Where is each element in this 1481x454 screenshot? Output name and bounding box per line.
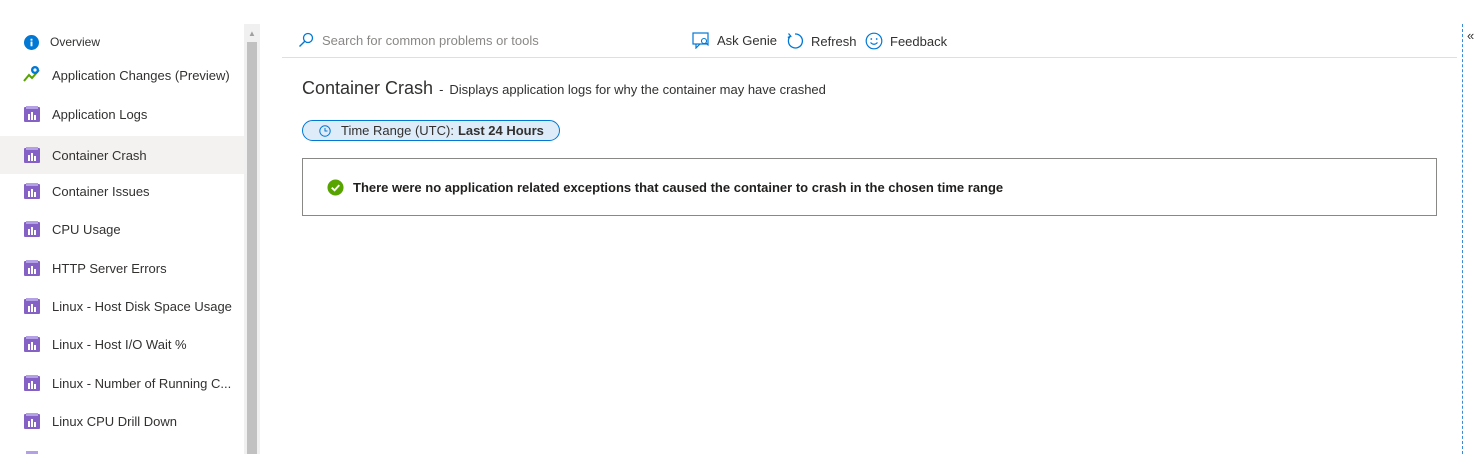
smiley-icon [865,32,883,50]
detector-icon [24,106,40,122]
detector-icon [24,298,40,314]
time-range-label: Time Range (UTC): [341,123,454,138]
sidebar-item-application-changes[interactable]: Application Changes (Preview) [0,60,244,90]
sidebar-item-container-issues[interactable]: Container Issues [0,175,244,207]
result-message: There were no application related except… [353,179,1004,195]
ask-genie-button[interactable]: Ask Genie [692,32,777,49]
ask-genie-label: Ask Genie [717,33,777,48]
sidebar-item-label: Overview [50,35,101,49]
sidebar-item-container-crash[interactable]: Container Crash [0,136,244,174]
sidebar-item-host-io-wait[interactable]: Linux - Host I/O Wait % [0,328,244,360]
title-separator: - [439,82,444,97]
clock-icon [319,124,331,137]
toolbar: Search for common problems or tools Ask … [282,24,1457,58]
collapse-panel-icon[interactable]: « [1467,28,1474,43]
scroll-up-arrow-icon[interactable]: ▲ [244,26,260,40]
sidebar-item-label: Application Logs [52,106,148,122]
search-box[interactable]: Search for common problems or tools [298,32,539,48]
search-icon [299,32,314,47]
sidebar-item-label: Linux - Host Disk Space Usage [52,298,232,314]
sidebar-item-label: HTTP Server Errors [52,260,167,276]
page-description: Displays application logs for why the co… [449,82,826,97]
page-title: Container Crash [302,78,434,98]
refresh-button[interactable]: Refresh [786,32,857,50]
sidebar-item-label: Linux - Number of Running C... [52,375,232,391]
info-icon [24,34,39,50]
time-range-picker[interactable]: Time Range (UTC): Last 24 Hours [302,120,560,141]
sidebar-item-cpu-usage[interactable]: CPU Usage [0,213,244,245]
refresh-label: Refresh [811,33,857,49]
sidebar-item-label: CPU Usage [52,221,121,237]
detector-icon [24,375,40,391]
detector-icon [24,221,40,237]
sidebar-scrollbar[interactable]: ▲ [244,24,260,454]
sidebar-item-application-logs[interactable]: Application Logs [0,98,244,130]
search-input[interactable]: Search for common problems or tools [322,33,539,48]
feedback-label: Feedback [890,33,948,49]
ask-genie-icon [692,32,709,49]
feedback-button[interactable]: Feedback [865,32,947,50]
sidebar-item-running-containers[interactable]: Linux - Number of Running C... [0,367,244,399]
detector-icon [24,413,40,429]
detector-icon [26,451,38,454]
sidebar-item-label: Linux - Host I/O Wait % [52,336,187,352]
sidebar-item-label: Container Issues [52,183,150,199]
scrollbar-thumb[interactable] [247,42,257,454]
sidebar-item-cpu-drill-down[interactable]: Linux CPU Drill Down [0,405,244,437]
sidebar-nav: Overview Application Changes (Preview) A… [0,0,244,454]
detector-icon [24,147,40,163]
detector-icon [24,336,40,352]
sidebar-item-label: Linux CPU Drill Down [52,413,177,429]
sidebar-item-http-server-errors[interactable]: HTTP Server Errors [0,252,244,284]
detector-icon [24,183,40,199]
sidebar-item-host-disk-space[interactable]: Linux - Host Disk Space Usage [0,290,244,322]
time-range-value: Last 24 Hours [457,123,544,138]
success-check-icon [327,178,344,196]
sidebar-item-partial[interactable] [0,446,244,454]
sidebar-item-label: Container Crash [52,147,147,163]
refresh-icon [787,33,804,49]
sidebar-item-overview[interactable]: Overview [0,28,244,56]
page-header: Container Crash - Displays application l… [302,78,826,99]
detector-icon [24,260,40,276]
panel-divider [1462,24,1463,454]
insight-result-card: There were no application related except… [302,158,1437,216]
app-changes-icon [23,66,40,82]
sidebar-item-label: Application Changes (Preview) [52,67,230,83]
